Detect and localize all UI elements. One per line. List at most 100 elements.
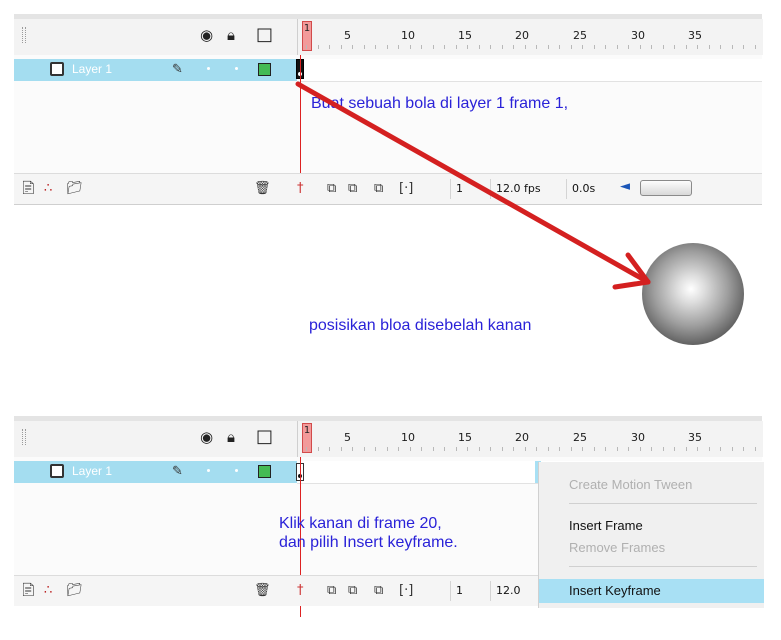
modify-markers-icon[interactable]: [·] bbox=[399, 583, 413, 598]
ruler-tick bbox=[432, 447, 434, 451]
center-frame-icon[interactable]: † bbox=[297, 583, 304, 598]
layer-name[interactable]: Layer 1 bbox=[72, 62, 112, 76]
ruler-tick bbox=[651, 447, 652, 451]
playhead-line bbox=[300, 55, 301, 180]
edit-multiple-frames-icon[interactable]: ⧉ bbox=[374, 583, 383, 598]
ruler-tick bbox=[731, 447, 733, 451]
ruler-tick bbox=[352, 45, 353, 49]
ball[interactable] bbox=[642, 243, 744, 345]
onion-skin-icon[interactable]: ⧉ bbox=[327, 181, 336, 196]
ruler-tick bbox=[455, 447, 457, 451]
visibility-dot[interactable] bbox=[207, 469, 210, 472]
ruler-tick bbox=[662, 447, 664, 451]
lock-icon[interactable]: 🔒︎ bbox=[227, 26, 235, 44]
context-menu: Create Motion Tween Insert Frame Remove … bbox=[538, 462, 764, 608]
horizontal-scrollbar[interactable] bbox=[640, 180, 692, 196]
onion-skin-outline-icon[interactable]: ⧉ bbox=[348, 181, 357, 196]
ruler-tick bbox=[317, 45, 319, 49]
ruler-tick bbox=[375, 45, 376, 49]
frame-ruler[interactable]: 1 5 10 15 20 25 30 35 bbox=[297, 19, 763, 55]
ruler-tick bbox=[329, 45, 330, 49]
add-layer-icon[interactable]: 📄︎ bbox=[20, 583, 37, 598]
menu-item-create-motion-tween[interactable]: Create Motion Tween bbox=[569, 477, 692, 492]
ruler-tick bbox=[697, 45, 698, 49]
ruler-tick bbox=[386, 447, 388, 451]
ruler-tick bbox=[628, 447, 629, 451]
playhead[interactable]: 1 bbox=[302, 21, 312, 51]
ruler-tick bbox=[662, 45, 664, 49]
frame-rate[interactable]: 12.0 bbox=[490, 581, 540, 601]
ruler-number: 30 bbox=[631, 29, 645, 42]
eye-icon[interactable]: ◉ bbox=[200, 428, 213, 446]
outline-icon[interactable]: □ bbox=[256, 26, 273, 44]
ruler-number: 20 bbox=[515, 431, 529, 444]
layer-color-swatch[interactable] bbox=[258, 63, 271, 76]
menu-item-remove-frames[interactable]: Remove Frames bbox=[569, 540, 665, 555]
menu-item-insert-frame[interactable]: Insert Frame bbox=[569, 518, 643, 533]
ruler-tick bbox=[639, 447, 641, 451]
panel-grip[interactable] bbox=[22, 429, 26, 445]
scroll-left-icon[interactable]: ◄ bbox=[620, 179, 630, 194]
ruler-tick bbox=[582, 45, 583, 49]
trash-icon[interactable]: 🗑︎ bbox=[254, 583, 271, 598]
onion-skin-outline-icon[interactable]: ⧉ bbox=[348, 583, 357, 598]
frame-ruler[interactable]: 1 5 10 15 20 25 30 35 bbox=[297, 421, 763, 457]
frame-grid[interactable] bbox=[297, 59, 762, 82]
layer-name[interactable]: Layer 1 bbox=[72, 464, 112, 478]
lock-icon[interactable]: 🔒︎ bbox=[227, 428, 235, 446]
ruler-tick bbox=[409, 45, 411, 49]
modify-markers-icon[interactable]: [·] bbox=[399, 181, 413, 196]
ruler-tick bbox=[685, 447, 687, 451]
ruler-tick bbox=[467, 45, 468, 49]
add-motion-guide-icon[interactable]: ∴ bbox=[44, 181, 52, 196]
add-layer-icon[interactable]: 📄︎ bbox=[20, 181, 37, 196]
ruler-tick bbox=[674, 45, 675, 49]
playhead-frame-number: 1 bbox=[303, 425, 311, 436]
visibility-dot[interactable] bbox=[207, 67, 210, 70]
eye-icon[interactable]: ◉ bbox=[200, 26, 213, 44]
onion-skin-icon[interactable]: ⧉ bbox=[327, 583, 336, 598]
lock-dot[interactable] bbox=[235, 67, 238, 70]
insert-folder-icon[interactable]: 📁︎ bbox=[66, 583, 83, 598]
ruler-number: 25 bbox=[573, 29, 587, 42]
ruler-number: 10 bbox=[401, 29, 415, 42]
ruler-tick bbox=[363, 447, 365, 451]
edit-multiple-frames-icon[interactable]: ⧉ bbox=[374, 181, 383, 196]
layer-row[interactable]: Layer 1 ✎ bbox=[14, 461, 297, 483]
ruler-number: 5 bbox=[344, 29, 351, 42]
ruler-tick bbox=[754, 447, 756, 451]
ruler-tick bbox=[524, 45, 526, 49]
ruler-tick bbox=[340, 45, 342, 49]
ruler-tick bbox=[340, 447, 342, 451]
layer-row[interactable]: Layer 1 ✎ bbox=[14, 59, 297, 81]
ruler-tick bbox=[501, 45, 503, 49]
layer-color-swatch[interactable] bbox=[258, 465, 271, 478]
ruler-tick bbox=[524, 447, 526, 451]
ruler-tick bbox=[490, 447, 491, 451]
ruler-tick bbox=[743, 45, 744, 49]
elapsed-time: 0.0s bbox=[566, 179, 610, 199]
ruler-tick bbox=[639, 45, 641, 49]
frame-rate[interactable]: 12.0 fps bbox=[490, 179, 562, 199]
panel-grip[interactable] bbox=[22, 27, 26, 43]
add-motion-guide-icon[interactable]: ∴ bbox=[44, 583, 52, 598]
center-frame-icon[interactable]: † bbox=[297, 181, 304, 196]
trash-icon[interactable]: 🗑︎ bbox=[254, 181, 271, 196]
outline-icon[interactable]: □ bbox=[256, 428, 273, 446]
layer-page-icon bbox=[50, 62, 64, 76]
ruler-tick bbox=[547, 45, 549, 49]
ruler-tick bbox=[628, 45, 629, 49]
pencil-icon: ✎ bbox=[172, 464, 183, 479]
stage[interactable] bbox=[14, 204, 762, 405]
ruler-tick bbox=[444, 45, 445, 49]
insert-folder-icon[interactable]: 📁︎ bbox=[66, 181, 83, 196]
ruler-number: 25 bbox=[573, 431, 587, 444]
timeline-panel-1: ◉ 🔒︎ □ 1 5 10 15 20 25 30 35 Layer 1 ✎ 📄… bbox=[14, 14, 763, 405]
ruler-tick bbox=[582, 447, 583, 451]
menu-item-insert-keyframe[interactable]: Insert Keyframe bbox=[569, 583, 661, 598]
playhead[interactable]: 1 bbox=[302, 423, 312, 453]
ruler-tick bbox=[501, 447, 503, 451]
current-frame: 1 bbox=[450, 581, 488, 601]
ruler-tick bbox=[674, 447, 675, 451]
lock-dot[interactable] bbox=[235, 469, 238, 472]
